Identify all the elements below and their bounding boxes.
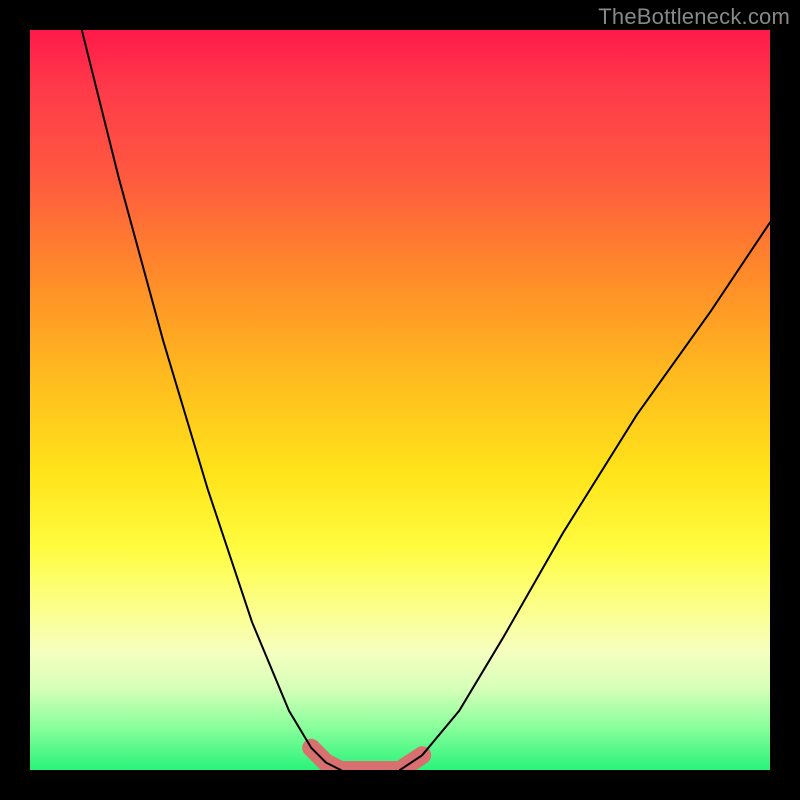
curve-left-branch xyxy=(82,30,341,770)
curve-layer xyxy=(30,30,770,770)
curve-right-branch xyxy=(400,222,770,770)
plot-area xyxy=(30,30,770,770)
watermark-text: TheBottleneck.com xyxy=(598,4,790,30)
chart-frame: TheBottleneck.com xyxy=(0,0,800,800)
